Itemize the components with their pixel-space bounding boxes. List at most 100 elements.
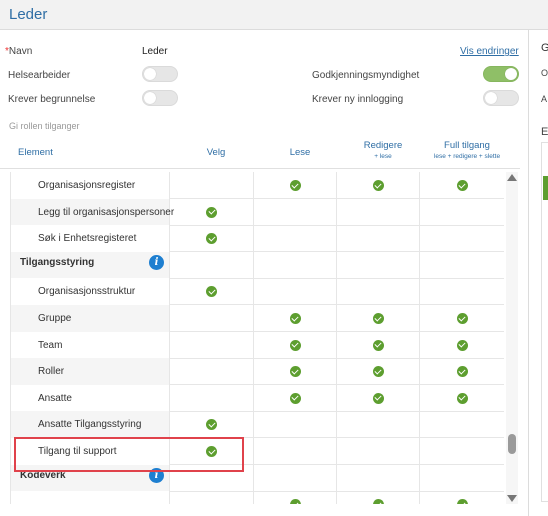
lese-cell[interactable]	[254, 278, 337, 306]
full-cell[interactable]	[420, 305, 504, 332]
right-panel-label-3: E	[541, 126, 548, 138]
check-circle-icon[interactable]	[372, 180, 384, 191]
lese-cell[interactable]	[254, 225, 337, 253]
column-element[interactable]: Element	[18, 147, 53, 158]
full-cell[interactable]	[420, 438, 504, 465]
lese-cell[interactable]	[254, 305, 337, 332]
check-circle-icon[interactable]	[289, 366, 301, 378]
check-circle-icon[interactable]	[289, 392, 301, 404]
column-redigere-sub: + lese	[374, 153, 392, 160]
arrow-up-icon[interactable]	[507, 174, 517, 181]
helsearbeider-label: Helsearbeider	[8, 70, 71, 81]
check-circle-icon[interactable]	[289, 499, 301, 504]
name-value[interactable]: Leder	[142, 46, 168, 57]
redigere-cell[interactable]	[337, 384, 420, 412]
velg-cell[interactable]	[170, 411, 254, 439]
check-circle-icon[interactable]	[372, 392, 384, 404]
lese-cell[interactable]	[254, 491, 337, 504]
velg-cell[interactable]	[170, 491, 254, 504]
column-velg[interactable]: Velg	[196, 147, 236, 158]
check-circle-icon[interactable]	[206, 233, 217, 245]
column-redigere[interactable]: Redigere + lese	[348, 140, 418, 160]
full-cell[interactable]	[420, 491, 504, 504]
velg-cell[interactable]	[170, 198, 254, 226]
check-circle-icon[interactable]	[206, 419, 217, 431]
lese-cell[interactable]	[254, 172, 337, 199]
column-lese[interactable]: Lese	[280, 147, 320, 158]
column-full-tilgang[interactable]: Full tilgang lese + redigere + slette	[422, 140, 512, 160]
redigere-cell[interactable]	[337, 358, 420, 386]
check-circle-icon[interactable]	[372, 339, 384, 351]
check-circle-icon[interactable]	[372, 313, 384, 324]
full-cell[interactable]	[420, 199, 504, 226]
velg-cell[interactable]	[170, 384, 254, 412]
redigere-cell[interactable]	[337, 172, 420, 199]
redigere-cell[interactable]	[337, 464, 420, 492]
redigere-cell[interactable]	[337, 438, 420, 465]
check-circle-icon[interactable]	[456, 392, 468, 404]
check-circle-icon[interactable]	[206, 286, 217, 298]
check-circle-icon[interactable]	[372, 366, 384, 378]
full-cell[interactable]	[420, 278, 504, 305]
check-circle-icon[interactable]	[456, 499, 468, 504]
helsearbeider-toggle[interactable]	[142, 66, 178, 82]
check-circle-icon[interactable]	[372, 499, 384, 504]
full-cell[interactable]	[420, 172, 504, 199]
full-cell[interactable]	[420, 358, 504, 385]
check-circle-icon[interactable]	[206, 206, 217, 218]
page-header: Leder	[0, 0, 548, 30]
lese-cell[interactable]	[254, 251, 337, 279]
element-label: Legg til organisasjonspersoner	[38, 206, 175, 218]
lese-cell[interactable]	[254, 464, 337, 492]
full-cell[interactable]	[420, 465, 504, 492]
check-circle-icon[interactable]	[289, 180, 301, 191]
check-circle-icon[interactable]	[289, 313, 301, 324]
velg-cell[interactable]	[170, 172, 254, 199]
arrow-down-icon[interactable]	[507, 495, 517, 502]
lese-cell[interactable]	[254, 331, 337, 359]
check-circle-icon[interactable]	[456, 366, 468, 378]
velg-cell[interactable]	[170, 278, 254, 306]
krever-begrunnelse-toggle[interactable]	[142, 90, 178, 106]
krever-ny-innlogging-toggle[interactable]	[483, 90, 519, 106]
scrollbar-thumb[interactable]	[508, 434, 516, 454]
godkjenningsmyndighet-toggle[interactable]	[483, 66, 519, 82]
right-panel: G O A E	[528, 30, 548, 516]
redigere-cell[interactable]	[337, 251, 420, 279]
table-row: Organisasjonsregister	[11, 172, 504, 199]
lese-cell[interactable]	[254, 198, 337, 226]
check-circle-icon[interactable]	[456, 180, 468, 191]
page-title: Leder	[9, 6, 48, 23]
right-panel-heading: G	[541, 42, 548, 54]
velg-cell[interactable]	[170, 358, 254, 386]
redigere-cell[interactable]	[337, 278, 420, 306]
redigere-cell[interactable]	[337, 331, 420, 359]
check-circle-icon[interactable]	[456, 339, 468, 351]
full-cell[interactable]	[420, 225, 504, 252]
velg-cell[interactable]	[170, 225, 254, 253]
redigere-cell[interactable]	[337, 225, 420, 253]
table-row: Legg til organisasjonspersoner	[11, 198, 504, 226]
full-cell[interactable]	[420, 332, 504, 359]
redigere-cell[interactable]	[337, 305, 420, 332]
full-cell[interactable]	[420, 411, 504, 438]
redigere-cell[interactable]	[337, 198, 420, 226]
redigere-cell[interactable]	[337, 491, 420, 504]
lese-cell[interactable]	[254, 384, 337, 412]
lese-cell[interactable]	[254, 438, 337, 465]
element-label: Gruppe	[38, 313, 72, 324]
vis-endringer-link[interactable]: Vis endringer	[460, 46, 519, 57]
lese-cell[interactable]	[254, 411, 337, 439]
check-circle-icon[interactable]	[289, 339, 301, 351]
info-icon[interactable]: i	[149, 254, 164, 270]
velg-cell[interactable]	[170, 251, 254, 279]
full-cell[interactable]	[420, 252, 504, 279]
full-cell[interactable]	[420, 385, 504, 412]
velg-cell[interactable]	[170, 331, 254, 359]
check-circle-icon[interactable]	[456, 313, 468, 324]
lese-cell[interactable]	[254, 358, 337, 386]
velg-cell[interactable]	[170, 305, 254, 332]
table-scrollbar[interactable]	[506, 172, 518, 504]
redigere-cell[interactable]	[337, 411, 420, 439]
element-cell: Gruppe	[11, 305, 170, 332]
